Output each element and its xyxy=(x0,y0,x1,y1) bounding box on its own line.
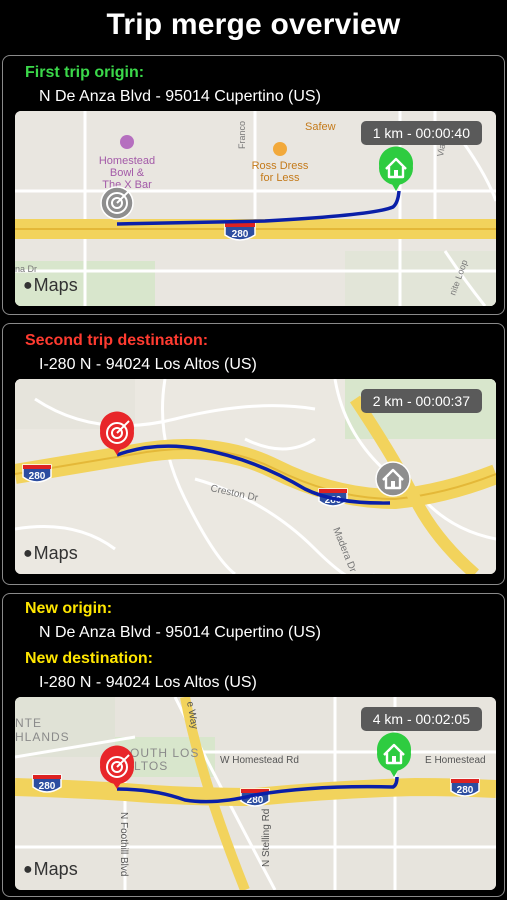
hwy-280-icon: 280 xyxy=(450,778,480,797)
new-origin-label: New origin: xyxy=(25,600,113,617)
first-trip-origin-address: N De Anza Blvd - 95014 Cupertino (US) xyxy=(39,88,321,105)
maps-brand: ● Maps xyxy=(23,859,78,879)
svg-text:na Dr: na Dr xyxy=(15,264,37,274)
svg-text:280: 280 xyxy=(457,785,474,796)
map-hwy-label: 280 xyxy=(232,229,249,240)
svg-text:Franco: Franco xyxy=(237,121,247,149)
inactive-target-pin-icon xyxy=(100,186,134,220)
inactive-home-pin-icon xyxy=(375,461,411,497)
second-trip-destination-address: I-280 N - 94024 Los Altos (US) xyxy=(39,356,257,373)
svg-text:W Homestead Rd: W Homestead Rd xyxy=(220,755,299,766)
map-poi-1: Homestead xyxy=(99,155,155,167)
first-trip-distance-badge: 1 km - 00:00:40 xyxy=(360,121,482,145)
merged-trip-card: New origin: N De Anza Blvd - 95014 Cuper… xyxy=(2,593,505,897)
svg-text:Safew: Safew xyxy=(305,121,336,133)
new-origin-address: N De Anza Blvd - 95014 Cupertino (US) xyxy=(39,624,321,641)
page-title: Trip merge overview xyxy=(106,8,401,41)
svg-text:280: 280 xyxy=(29,471,46,482)
second-trip-card: Second trip destination: I-280 N - 94024… xyxy=(2,323,505,585)
second-trip-distance-badge: 2 km - 00:00:37 xyxy=(360,389,482,413)
map-poi-2: Ross Dress xyxy=(252,160,309,172)
svg-text:Bowl &: Bowl & xyxy=(110,167,145,179)
svg-text:E Homestead: E Homestead xyxy=(425,755,486,766)
first-trip-card: First trip origin: N De Anza Blvd - 9501… xyxy=(2,55,505,315)
apple-logo-icon: ● xyxy=(23,544,33,562)
merged-trip-distance-badge: 4 km - 00:02:05 xyxy=(360,707,482,731)
svg-text:N Stelling Rd: N Stelling Rd xyxy=(261,809,272,867)
hwy-280-icon: 280 xyxy=(224,222,256,241)
apple-logo-icon: ● xyxy=(23,276,33,294)
svg-text:280: 280 xyxy=(39,781,56,792)
first-trip-origin-label: First trip origin: xyxy=(25,64,145,81)
hwy-280-icon: 280 xyxy=(32,774,62,793)
apple-logo-icon: ● xyxy=(23,860,33,878)
hwy-280-icon: 280 xyxy=(22,464,52,483)
maps-brand: ● Maps xyxy=(23,275,78,295)
first-trip-map[interactable]: 280 Homestead Bowl & The X Bar Ross Dres… xyxy=(15,111,496,306)
new-destination-label: New destination: xyxy=(25,650,154,667)
svg-text:HLANDS: HLANDS xyxy=(15,730,70,744)
merged-trip-map[interactable]: 280 280 280 NTE HLANDS SOUTH LOS ALTOS W… xyxy=(15,697,496,890)
second-trip-destination-label: Second trip destination: xyxy=(25,332,209,349)
maps-brand: ● Maps xyxy=(23,543,78,563)
svg-text:NTE: NTE xyxy=(15,716,42,730)
new-destination-address: I-280 N - 94024 Los Altos (US) xyxy=(39,674,257,691)
second-trip-map[interactable]: 280 280 Creston Dr Madera Dr 2 km - 00:0… xyxy=(15,379,496,574)
svg-text:N Foothill Blvd: N Foothill Blvd xyxy=(118,812,129,876)
svg-text:for Less: for Less xyxy=(260,172,300,184)
